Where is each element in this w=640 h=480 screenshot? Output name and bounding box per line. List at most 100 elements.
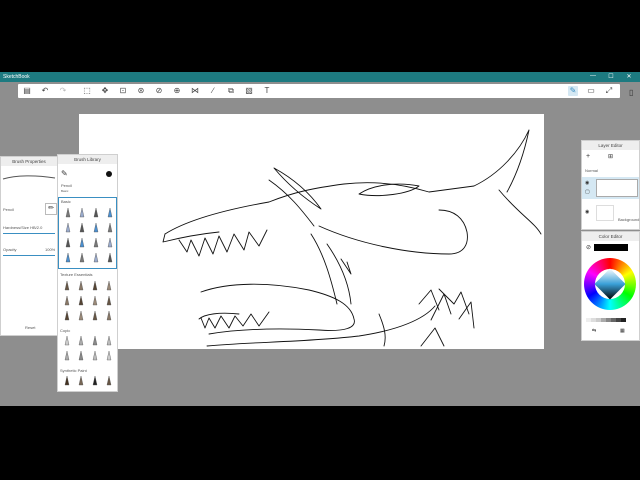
brush-preset[interactable] [76,350,86,361]
brush-preset[interactable] [77,252,87,263]
brush-preset[interactable] [105,222,115,233]
brush-properties-title: Brush Properties [12,159,46,164]
crop-icon[interactable]: ⊡ [118,86,128,96]
image-icon[interactable]: ▧ [244,86,254,96]
color-editor-header: Color Editor [582,232,639,241]
brush-icon[interactable]: ✎ [568,86,578,96]
title-bar: SketchBook — ☐ ✕ [0,72,640,82]
brush-preset[interactable] [91,252,101,263]
brush-preset[interactable] [105,252,115,263]
undo-icon[interactable]: ↶ [40,86,50,96]
brush-preset[interactable] [91,222,101,233]
perspective-icon[interactable]: ⊕ [172,86,182,96]
color-wheel[interactable] [584,258,636,310]
maximize-button[interactable]: ☐ [604,73,618,80]
layer-editor-header: Layer Editor [582,141,639,150]
swap-colors-icon[interactable]: ⇆ [592,328,596,334]
eyedropper-icon[interactable]: ⊘ [586,244,591,251]
brush-preset[interactable] [76,335,86,346]
brush-preset[interactable] [104,335,114,346]
symmetry-icon[interactable]: ⊛ [136,86,146,96]
brush-preset[interactable] [63,237,73,248]
redo-icon[interactable]: ↷ [58,86,68,96]
opacity-label: Opacity [3,247,17,252]
brush-properties-header: Brush Properties [1,157,57,166]
swatch-row[interactable] [586,318,638,322]
copy-icon[interactable]: ⧉ [226,86,236,96]
brush-preset[interactable] [104,280,114,291]
brush-preset[interactable] [77,207,87,218]
brush-properties-panel: Brush Properties Pencil ✏ Hardness/Size … [0,156,58,336]
fullscreen-icon[interactable]: ⤢ [604,86,614,96]
pencil-icon[interactable]: ✏ [45,203,57,215]
layer-menu-icon[interactable]: ⊞ [608,153,613,160]
blend-mode[interactable]: Normal [585,168,598,173]
brush-preset[interactable] [76,310,86,321]
current-color-swatch[interactable] [594,244,628,251]
background-thumbnail [596,205,614,221]
brush-preset[interactable] [90,350,100,361]
brush-preset[interactable] [62,295,72,306]
main-toolbar: ▤ ↶ ↷ ⬚ ✥ ⊡ ⊛ ⊘ ⊕ ⋈ ∕ ⧉ ▧ T ✎ ▭ ⤢ [18,84,620,98]
brush-preset[interactable] [62,335,72,346]
brush-preset[interactable] [62,280,72,291]
layers-icon[interactable]: ▭ [586,86,596,96]
eye-icon[interactable]: ◉ [585,209,589,215]
select-icon[interactable]: ⬚ [82,86,92,96]
add-layer-icon[interactable]: + [586,153,590,160]
lock-icon[interactable]: ▢ [585,189,590,195]
brush-preset[interactable] [104,310,114,321]
color-editor-title: Color Editor [598,234,623,239]
opacity-slider[interactable] [3,255,55,256]
brush-preset[interactable] [104,375,114,386]
layer-row-background[interactable]: ◉ Background [582,203,639,223]
transform-icon[interactable]: ✥ [100,86,110,96]
brush-preset[interactable] [104,295,114,306]
stroke-icon[interactable]: ∕ [208,86,218,96]
current-brush-set: Basic [61,189,69,193]
drawing-canvas[interactable] [79,114,544,349]
brush-preset[interactable] [105,207,115,218]
brush-preset[interactable] [76,375,86,386]
brush-preset[interactable] [90,295,100,306]
brush-preset[interactable] [105,237,115,248]
brush-preset[interactable] [62,375,72,386]
brush-preset[interactable] [90,335,100,346]
brush-preset[interactable] [77,237,87,248]
section-title: Texture Essentials [60,272,93,277]
brush-preset[interactable] [104,350,114,361]
text-icon[interactable]: T [262,86,272,96]
brush-preset[interactable] [63,207,73,218]
brush-preset[interactable] [62,350,72,361]
hardness-slider[interactable] [3,233,55,234]
section-title: Basic [61,199,71,204]
brush-preset[interactable] [76,295,86,306]
section-title: Synthetic Paint [60,368,87,373]
brush-set-texture-essentials: Texture Essentials [58,271,117,321]
brush-preset[interactable] [63,222,73,233]
brush-preset[interactable] [76,280,86,291]
brush-color-dot[interactable] [106,171,112,177]
color-puck-icon[interactable]: ▯ [629,88,633,97]
close-button[interactable]: ✕ [622,73,636,80]
eye-icon[interactable]: ◉ [585,180,589,186]
brush-preset[interactable] [91,237,101,248]
sketch-drawing [162,129,542,347]
minimize-button[interactable]: — [586,73,600,79]
brush-preset[interactable] [90,280,100,291]
palette-icon[interactable]: ▦ [620,328,625,334]
brush-preset[interactable] [77,222,87,233]
sketchbook-window: SketchBook — ☐ ✕ ▤ ↶ ↷ ⬚ ✥ ⊡ ⊛ ⊘ ⊕ ⋈ ∕ ⧉… [0,72,640,406]
distort-icon[interactable]: ⋈ [190,86,200,96]
brush-preset[interactable] [91,207,101,218]
ruler-icon[interactable]: ⊘ [154,86,164,96]
layer-editor-title: Layer Editor [598,143,623,148]
brush-preset[interactable] [90,375,100,386]
brush-preset[interactable] [90,310,100,321]
reset-button[interactable]: Reset [25,325,35,330]
gallery-icon[interactable]: ▤ [22,86,32,96]
layer-row-active[interactable]: ◉ ▢ [582,177,639,199]
brush-library-panel: Brush Library ✎ Pencil Basic Basic Textu… [57,154,118,392]
brush-preset[interactable] [63,252,73,263]
brush-preset[interactable] [62,310,72,321]
